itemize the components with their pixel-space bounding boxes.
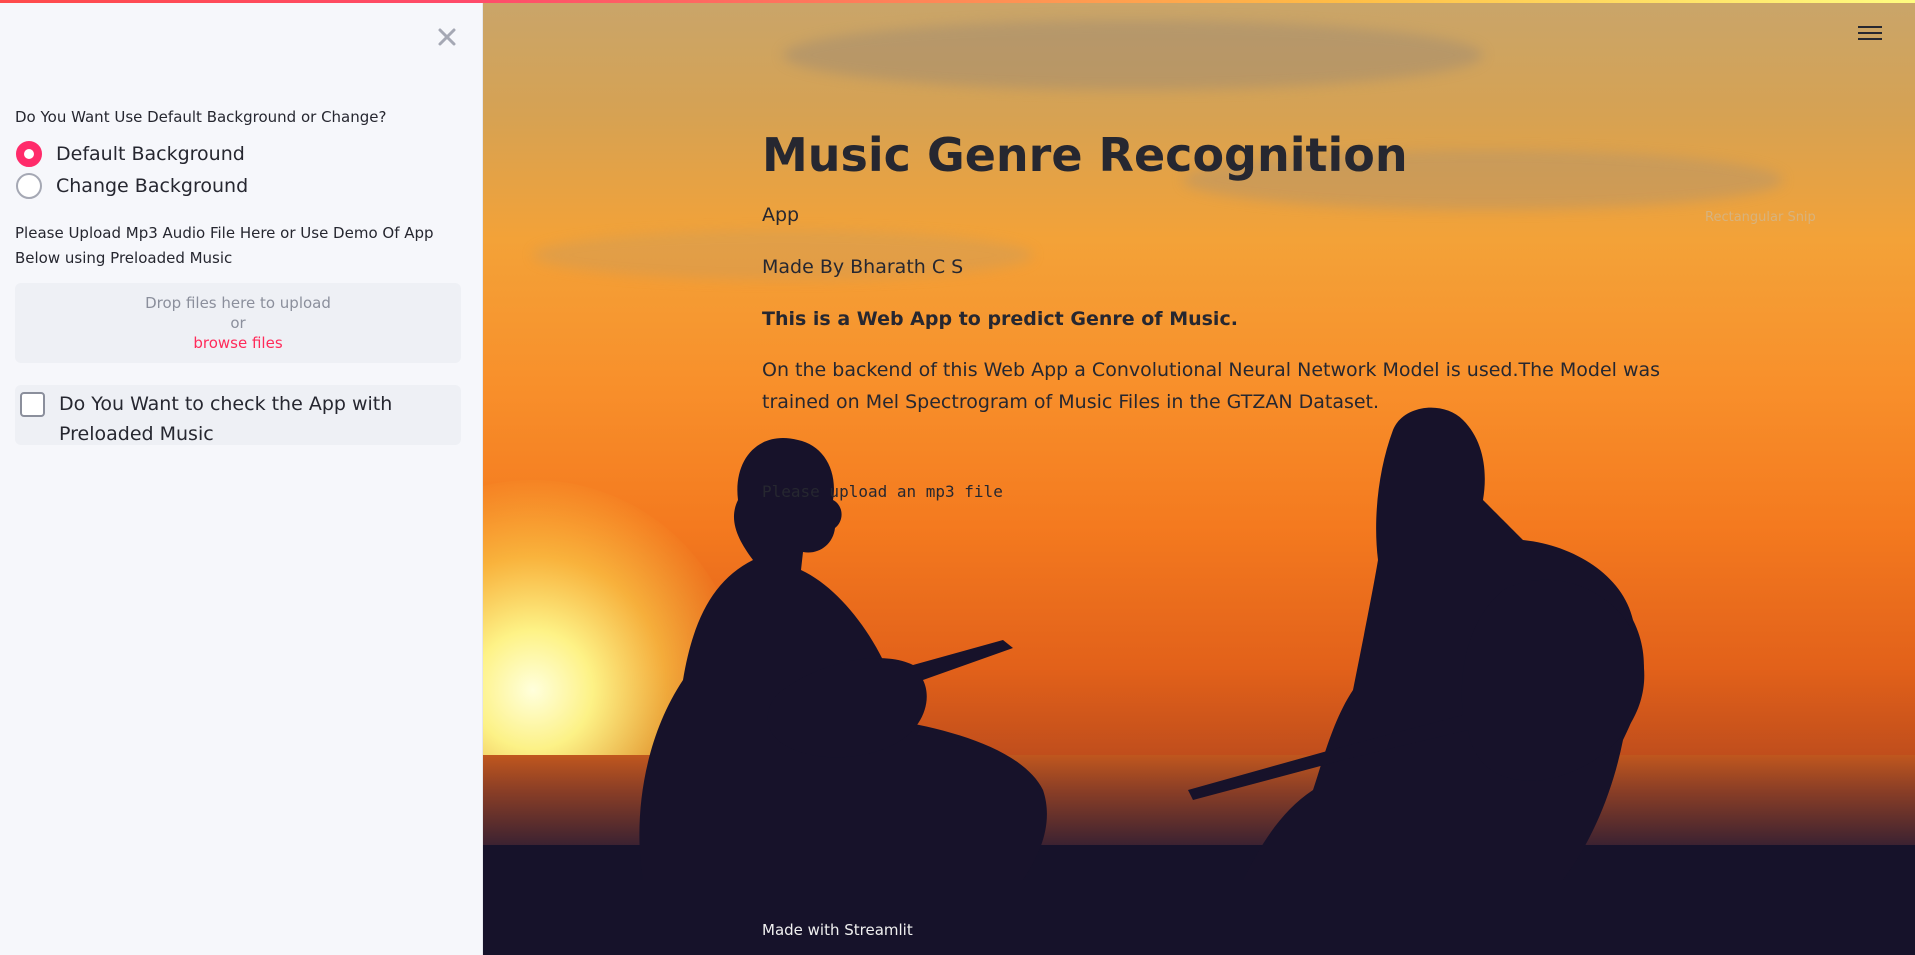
preloaded-music-checkbox-row[interactable]: Do You Want to check the App with Preloa… [15, 385, 461, 445]
top-decoration-bar [0, 0, 1915, 3]
close-icon [438, 28, 456, 46]
radio-button-unselected[interactable] [16, 173, 42, 199]
radio-button-selected[interactable] [16, 141, 42, 167]
page-title: Music Genre Recognition [762, 128, 1408, 182]
description-line2: trained on Mel Spectrogram of Music File… [762, 391, 1380, 413]
file-dropzone[interactable]: Drop files here to upload or browse file… [15, 283, 461, 363]
radio-default-background[interactable]: Default Background [16, 140, 245, 168]
footer-made-with-streamlit[interactable]: Made with Streamlit [762, 921, 913, 939]
browse-files-link[interactable]: browse files [15, 333, 461, 353]
radio-change-background[interactable]: Change Background [16, 172, 248, 200]
sidebar: Do You Want Use Default Background or Ch… [0, 0, 483, 955]
background-question-label: Do You Want Use Default Background or Ch… [15, 108, 387, 126]
upload-instructions-line2: Below using Preloaded Music [15, 249, 233, 267]
preloaded-music-label: Do You Want to check the App with Preloa… [59, 389, 392, 449]
hamburger-menu-button[interactable] [1858, 22, 1882, 46]
radio-label-change: Change Background [56, 175, 249, 197]
rectangular-snip-overlay: Rectangular Snip [1705, 210, 1816, 225]
close-sidebar-button[interactable] [432, 22, 462, 52]
preloaded-music-checkbox[interactable] [20, 392, 45, 417]
status-message: Please upload an mp3 file [762, 482, 1003, 501]
preloaded-label-line1: Do You Want to check the App with [59, 393, 393, 415]
upload-instructions-line1: Please Upload Mp3 Audio File Here or Use… [15, 224, 434, 242]
description-line1: On the backend of this Web App a Convolu… [762, 359, 1661, 381]
or-text: or [230, 314, 246, 332]
radio-label-default: Default Background [56, 143, 245, 165]
drop-files-text: Drop files here to upload [145, 294, 331, 312]
preloaded-label-line2: Preloaded Music [59, 423, 214, 445]
tagline-text: This is a Web App to predict Genre of Mu… [762, 308, 1238, 330]
author-text: Made By Bharath C S [762, 256, 964, 278]
subtitle-app: App [762, 204, 800, 226]
